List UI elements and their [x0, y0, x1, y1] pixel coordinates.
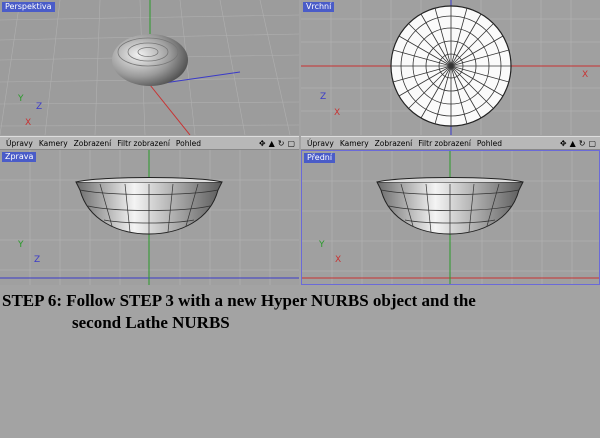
perspective-grid — [0, 0, 299, 135]
top-grid — [301, 0, 600, 135]
rotate-view-icon[interactable]: ↻ — [278, 139, 285, 148]
menubar-right: Úpravy Kamery Zobrazení Filtr zobrazení … — [301, 136, 600, 150]
bowl-object-right[interactable] — [75, 177, 223, 235]
menu-cameras[interactable]: Kamery — [340, 139, 369, 148]
viewport-label-perspective[interactable]: Perspektiva — [2, 2, 55, 12]
menu-edit[interactable]: Úpravy — [307, 139, 334, 148]
menubar-left: Úpravy Kamery Zobrazení Filtr zobrazení … — [0, 136, 299, 150]
axis-z-label: Z — [36, 102, 43, 112]
right-viewport[interactable]: Zprava Y Z — [0, 150, 299, 285]
menu-filter[interactable]: Filtr zobrazení — [418, 139, 471, 148]
axis-y-label: Y — [319, 240, 325, 250]
caption-line-1: STEP 6: Follow STEP 3 with a new Hyper N… — [2, 291, 476, 310]
menu-display[interactable]: Zobrazení — [375, 139, 413, 148]
rotate-view-icon[interactable]: ↻ — [579, 139, 586, 148]
menu-view[interactable]: Pohled — [176, 139, 201, 148]
step-caption: STEP 6: Follow STEP 3 with a new Hyper N… — [2, 290, 476, 334]
front-viewport[interactable]: Přední Y X — [301, 150, 600, 285]
move-view-icon[interactable]: ✥ — [560, 139, 567, 148]
zoom-view-icon[interactable]: ▲ — [269, 139, 275, 148]
maximize-view-icon[interactable]: ▢ — [287, 139, 295, 148]
axis-x-label: X — [25, 118, 32, 128]
menu-filter[interactable]: Filtr zobrazení — [117, 139, 170, 148]
move-view-icon[interactable]: ✥ — [259, 139, 266, 148]
menu-view[interactable]: Pohled — [477, 139, 502, 148]
axis-z-label: Z — [34, 255, 41, 265]
front-grid — [302, 151, 599, 284]
zoom-view-icon[interactable]: ▲ — [570, 139, 576, 148]
axis-y-label: Y — [18, 94, 24, 104]
viewport-label-right[interactable]: Zprava — [2, 152, 37, 162]
caption-line-2: second Lathe NURBS — [72, 313, 230, 332]
axis-y-label: Y — [18, 240, 24, 250]
axis-z-label: Z — [320, 92, 327, 102]
bowl-object-front[interactable] — [376, 177, 524, 235]
menu-edit[interactable]: Úpravy — [6, 139, 33, 148]
bowl-object-top[interactable] — [390, 5, 512, 127]
right-grid — [0, 150, 299, 285]
viewport-label-front[interactable]: Přední — [304, 153, 336, 163]
top-viewport[interactable]: Vrchní X Z X — [301, 0, 600, 135]
maximize-view-icon[interactable]: ▢ — [588, 139, 596, 148]
perspective-viewport[interactable]: Perspektiva Y Z X — [0, 0, 299, 135]
viewport-label-top[interactable]: Vrchní — [303, 2, 335, 12]
menu-display[interactable]: Zobrazení — [74, 139, 112, 148]
axis-x-label: X — [335, 255, 342, 265]
axis-x-label: X — [582, 70, 589, 80]
menu-cameras[interactable]: Kamery — [39, 139, 68, 148]
axis-x-label: X — [334, 108, 341, 118]
